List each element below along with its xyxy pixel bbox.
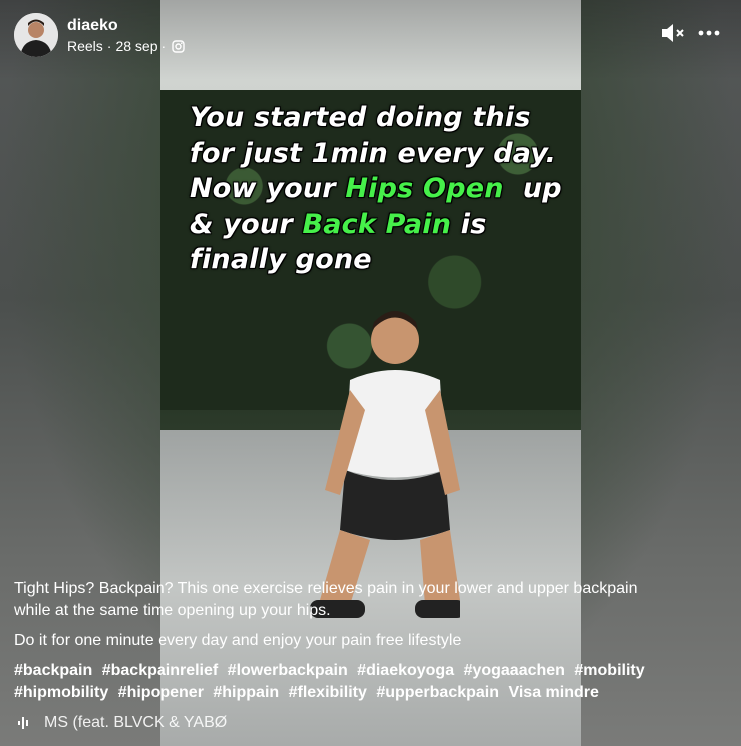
hashtag[interactable]: #diaekoyoga bbox=[357, 662, 454, 679]
instagram-icon bbox=[172, 39, 185, 53]
separator-dot: · bbox=[106, 38, 112, 54]
separator-dot: · bbox=[161, 38, 167, 54]
mute-button[interactable] bbox=[658, 18, 688, 48]
overlay-line-4: & your Back Pain is bbox=[190, 208, 487, 240]
hashtag[interactable]: #lowerbackpain bbox=[228, 662, 348, 679]
music-title: MS (feat. BLVCK & YABØ bbox=[44, 714, 228, 731]
muted-speaker-icon bbox=[662, 24, 684, 42]
hashtag[interactable]: #hippain bbox=[213, 684, 279, 701]
more-options-button[interactable] bbox=[694, 18, 724, 48]
hashtag[interactable]: #upperbackpain bbox=[376, 684, 499, 701]
hashtag[interactable]: #backpainrelief bbox=[102, 662, 219, 679]
post-meta: Reels · 28 sep · bbox=[67, 38, 185, 54]
avatar[interactable] bbox=[14, 13, 58, 57]
see-less-link[interactable]: Visa mindre bbox=[508, 684, 598, 701]
hashtag-list: #backpain #backpainrelief #lowerbackpain… bbox=[14, 660, 654, 704]
overlay-line-2: for just 1min every day. bbox=[190, 137, 557, 169]
hashtag[interactable]: #flexibility bbox=[289, 684, 367, 701]
overlay-line-3: Now your Hips Open up bbox=[190, 173, 562, 204]
audio-waveform-icon bbox=[18, 717, 28, 729]
author-name[interactable]: diaeko bbox=[67, 17, 118, 35]
hashtag[interactable]: #mobility bbox=[574, 662, 644, 679]
hashtag[interactable]: #yogaaachen bbox=[464, 662, 565, 679]
caption-paragraph-1: Tight Hips? Backpain? This one exercise … bbox=[14, 580, 638, 619]
hashtag[interactable]: #backpain bbox=[14, 662, 92, 679]
post-date[interactable]: 28 sep bbox=[115, 38, 157, 54]
hashtag[interactable]: #hipmobility bbox=[14, 684, 108, 701]
source-link[interactable]: Reels bbox=[67, 38, 103, 54]
avatar-image bbox=[14, 13, 58, 57]
more-options-icon bbox=[698, 30, 720, 36]
reel-post: You started doing this for just 1min eve… bbox=[0, 0, 741, 746]
overlay-line-1: You started doing this bbox=[190, 102, 531, 133]
hashtag[interactable]: #hipopener bbox=[118, 684, 204, 701]
overlay-line-5: finally gone bbox=[190, 244, 372, 275]
video-overlay-text: You started doing this for just 1min eve… bbox=[190, 100, 570, 278]
post-caption: Tight Hips? Backpain? This one exercise … bbox=[14, 578, 654, 712]
caption-paragraph-2: Do it for one minute every day and enjoy… bbox=[14, 632, 462, 649]
music-attribution[interactable]: MS (feat. BLVCK & YABØ bbox=[14, 714, 227, 732]
